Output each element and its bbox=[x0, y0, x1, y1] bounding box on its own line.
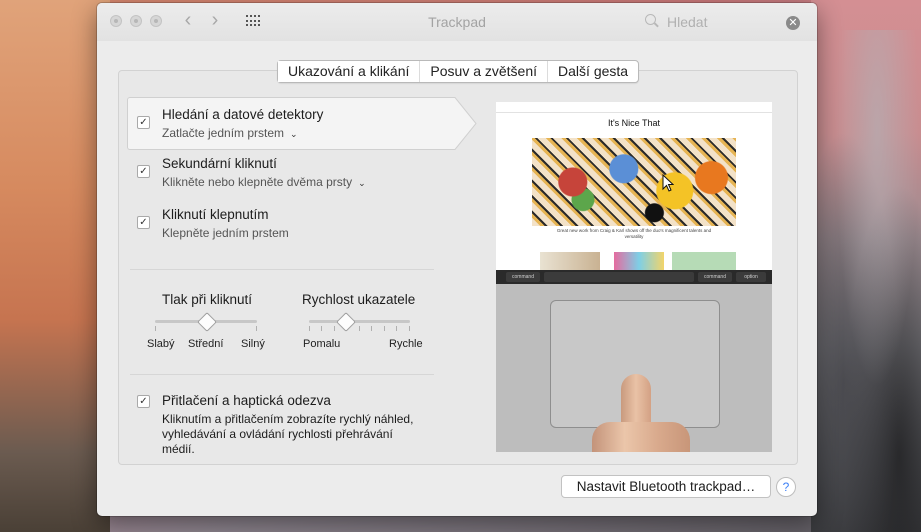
tab-bar: Ukazování a klikání Posuv a zvětšení Dal… bbox=[277, 60, 640, 83]
preview-artwork-image bbox=[532, 138, 736, 226]
click-pressure-min-label: Slabý bbox=[147, 338, 175, 350]
click-pressure-max-label: Silný bbox=[241, 338, 265, 350]
option-subtitle[interactable]: Klikněte nebo klepněte dvěma prsty ⌄ bbox=[162, 175, 366, 189]
slider-tick bbox=[309, 326, 310, 331]
tab-point-and-click[interactable]: Ukazování a klikání bbox=[278, 61, 420, 82]
tracking-speed-max-label: Rychle bbox=[389, 338, 423, 350]
option-subtitle[interactable]: Zatlačte jedním prstem ⌄ bbox=[162, 126, 298, 140]
option-title: Sekundární kliknutí bbox=[162, 156, 277, 171]
option-title: Přitlačení a haptická odezva bbox=[162, 393, 331, 408]
slider-tick bbox=[384, 326, 385, 331]
option-subtitle-text: Klikněte nebo klepněte dvěma prsty bbox=[162, 175, 353, 189]
preview-site-title: It's Nice That bbox=[607, 118, 661, 128]
slider-tick bbox=[155, 326, 156, 331]
slider-tick bbox=[334, 326, 335, 331]
search-icon bbox=[645, 14, 656, 25]
search-placeholder: Hledat bbox=[667, 14, 708, 30]
option-key: option bbox=[736, 272, 766, 282]
tracking-speed-track[interactable] bbox=[309, 320, 410, 323]
tracking-speed-label: Rychlost ukazatele bbox=[302, 292, 416, 307]
tracking-speed-min-label: Pomalu bbox=[303, 338, 341, 350]
trackpad-preferences-window: ‹ › Trackpad Hledat ✕ Ukazování a klikán… bbox=[97, 3, 817, 516]
slider-tick bbox=[409, 326, 410, 331]
section-divider bbox=[130, 269, 434, 270]
preview-caption: Great new work from Craig & Karl shows o… bbox=[556, 228, 712, 239]
mountain-rock bbox=[811, 30, 921, 532]
selected-option-highlight bbox=[127, 97, 453, 150]
option-subtitle-text: Zatlačte jedním prstem bbox=[162, 126, 285, 140]
laptop-keyboard: command command option bbox=[496, 270, 772, 284]
preview-browser-bar bbox=[496, 102, 772, 113]
laptop-palm-rest bbox=[496, 284, 772, 452]
thumbnail-image bbox=[540, 252, 600, 270]
slider-tick bbox=[371, 326, 372, 331]
tap-to-click-checkbox[interactable]: ✓ bbox=[137, 216, 150, 229]
slider-tick bbox=[256, 326, 257, 331]
click-pressure-mid-label: Střední bbox=[188, 338, 224, 350]
slider-tick bbox=[359, 326, 360, 331]
thumbnail-image bbox=[672, 252, 736, 270]
lookup-checkbox[interactable]: ✓ bbox=[137, 116, 150, 129]
thumbnail-image bbox=[614, 252, 664, 270]
command-key: command bbox=[506, 272, 540, 282]
chevron-down-icon[interactable]: ⌄ bbox=[358, 178, 366, 189]
setup-bluetooth-trackpad-button[interactable]: Nastavit Bluetooth trackpad… bbox=[561, 475, 771, 498]
desktop-background-right bbox=[811, 0, 921, 532]
slider-tick bbox=[396, 326, 397, 331]
space-key bbox=[544, 272, 694, 282]
gesture-preview-video: It's Nice That Great new work from Craig… bbox=[496, 102, 772, 452]
tab-more-gestures[interactable]: Další gesta bbox=[547, 61, 638, 82]
hand-image bbox=[592, 422, 690, 452]
help-button[interactable]: ? bbox=[776, 477, 796, 497]
chevron-down-icon[interactable]: ⌄ bbox=[290, 129, 298, 140]
desktop-background-left bbox=[0, 0, 110, 532]
option-title: Hledání a datové detektory bbox=[162, 107, 324, 122]
mouse-pointer-icon bbox=[662, 174, 674, 192]
option-title: Kliknutí klepnutím bbox=[162, 207, 269, 222]
tab-scroll-and-zoom[interactable]: Posuv a zvětšení bbox=[419, 61, 547, 82]
click-pressure-label: Tlak při kliknutí bbox=[162, 292, 253, 307]
search-field[interactable]: Hledat bbox=[645, 13, 765, 31]
force-click-checkbox[interactable]: ✓ bbox=[137, 395, 150, 408]
selection-pointer-arrow bbox=[451, 97, 477, 150]
force-click-description: Kliknutím a přitlačením zobrazíte rychlý… bbox=[162, 412, 414, 456]
command-key: command bbox=[698, 272, 732, 282]
section-divider bbox=[130, 374, 434, 375]
preview-thumbnails bbox=[532, 252, 736, 270]
slider-tick bbox=[321, 326, 322, 331]
option-subtitle: Klepněte jedním prstem bbox=[162, 226, 289, 240]
title-bar: ‹ › Trackpad Hledat ✕ bbox=[97, 3, 817, 41]
secondary-click-checkbox[interactable]: ✓ bbox=[137, 165, 150, 178]
clear-search-icon[interactable]: ✕ bbox=[786, 16, 800, 30]
